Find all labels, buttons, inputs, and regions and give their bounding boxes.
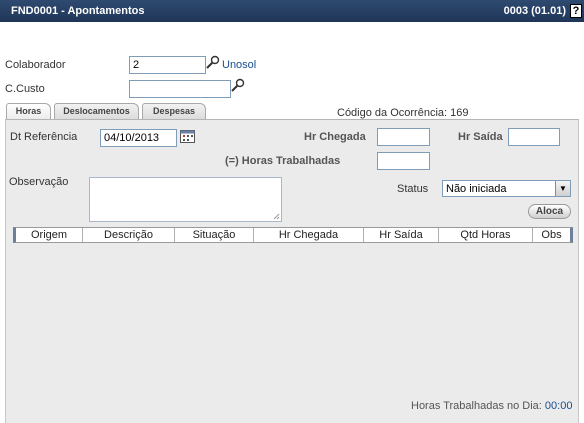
colaborador-input[interactable]: 2 [129,56,206,74]
grid-header: Origem Descrição Situação Hr Chegada Hr … [13,227,573,243]
tab-horas[interactable]: Horas [6,103,51,119]
title-bar: FND0001 - Apontamentos 0003 (01.01) ? [0,0,584,22]
aloca-button[interactable]: Aloca [528,204,571,219]
dt-referencia-input[interactable]: 04/10/2013 [100,129,177,147]
grid-col-hr-chegada[interactable]: Hr Chegada [254,228,364,242]
window-title: FND0001 - Apontamentos [11,5,145,17]
grid-col-descricao[interactable]: Descrição [83,228,175,242]
horas-trabalhadas-input[interactable] [377,152,430,170]
ccusto-input[interactable] [129,80,231,98]
hr-saida-input[interactable] [508,128,560,146]
grid-col-hr-saida[interactable]: Hr Saída [364,228,439,242]
tab-deslocamentos[interactable]: Deslocamentos [54,103,139,119]
grid-col-origem[interactable]: Origem [16,228,83,242]
tab-despesas[interactable]: Despesas [142,103,206,119]
ocorrencia-code: Código da Ocorrência: 169 [337,107,469,119]
observacao-textarea[interactable] [89,177,282,222]
horas-dia-label: Horas Trabalhadas no Dia: [411,400,542,412]
grid-col-qtd-horas[interactable]: Qtd Horas [439,228,533,242]
colaborador-label: Colaborador [5,59,66,71]
grid-col-obs[interactable]: Obs [533,228,570,242]
dt-referencia-label: Dt Referência [10,131,78,143]
dropdown-arrow-icon[interactable]: ▼ [555,181,570,196]
horas-dia-value: 00:00 [544,400,573,412]
status-label: Status [397,183,429,195]
ccusto-label: C.Custo [5,83,45,95]
observacao-label: Observação [9,176,69,188]
hr-saida-label: Hr Saída [458,131,503,143]
grid-col-situacao[interactable]: Situação [175,228,254,242]
status-select[interactable]: Não iniciada ▼ [442,180,571,197]
help-button[interactable]: ? [570,4,582,18]
horas-trabalhadas-label: (=) Horas Trabalhadas [225,155,341,167]
ccusto-search-icon[interactable] [230,78,246,94]
calendar-icon[interactable] [180,130,195,143]
horas-dia-summary: Horas Trabalhadas no Dia: 00:00 [411,400,572,412]
colaborador-search-icon[interactable] [205,55,221,71]
resize-grip-icon[interactable] [272,212,280,220]
colaborador-name-link[interactable]: Unosol [222,59,256,71]
hr-chegada-input[interactable] [377,128,430,146]
version-label: 0003 (01.01) [503,5,566,17]
hr-chegada-label: Hr Chegada [304,131,366,143]
status-selected-value: Não iniciada [446,183,507,195]
